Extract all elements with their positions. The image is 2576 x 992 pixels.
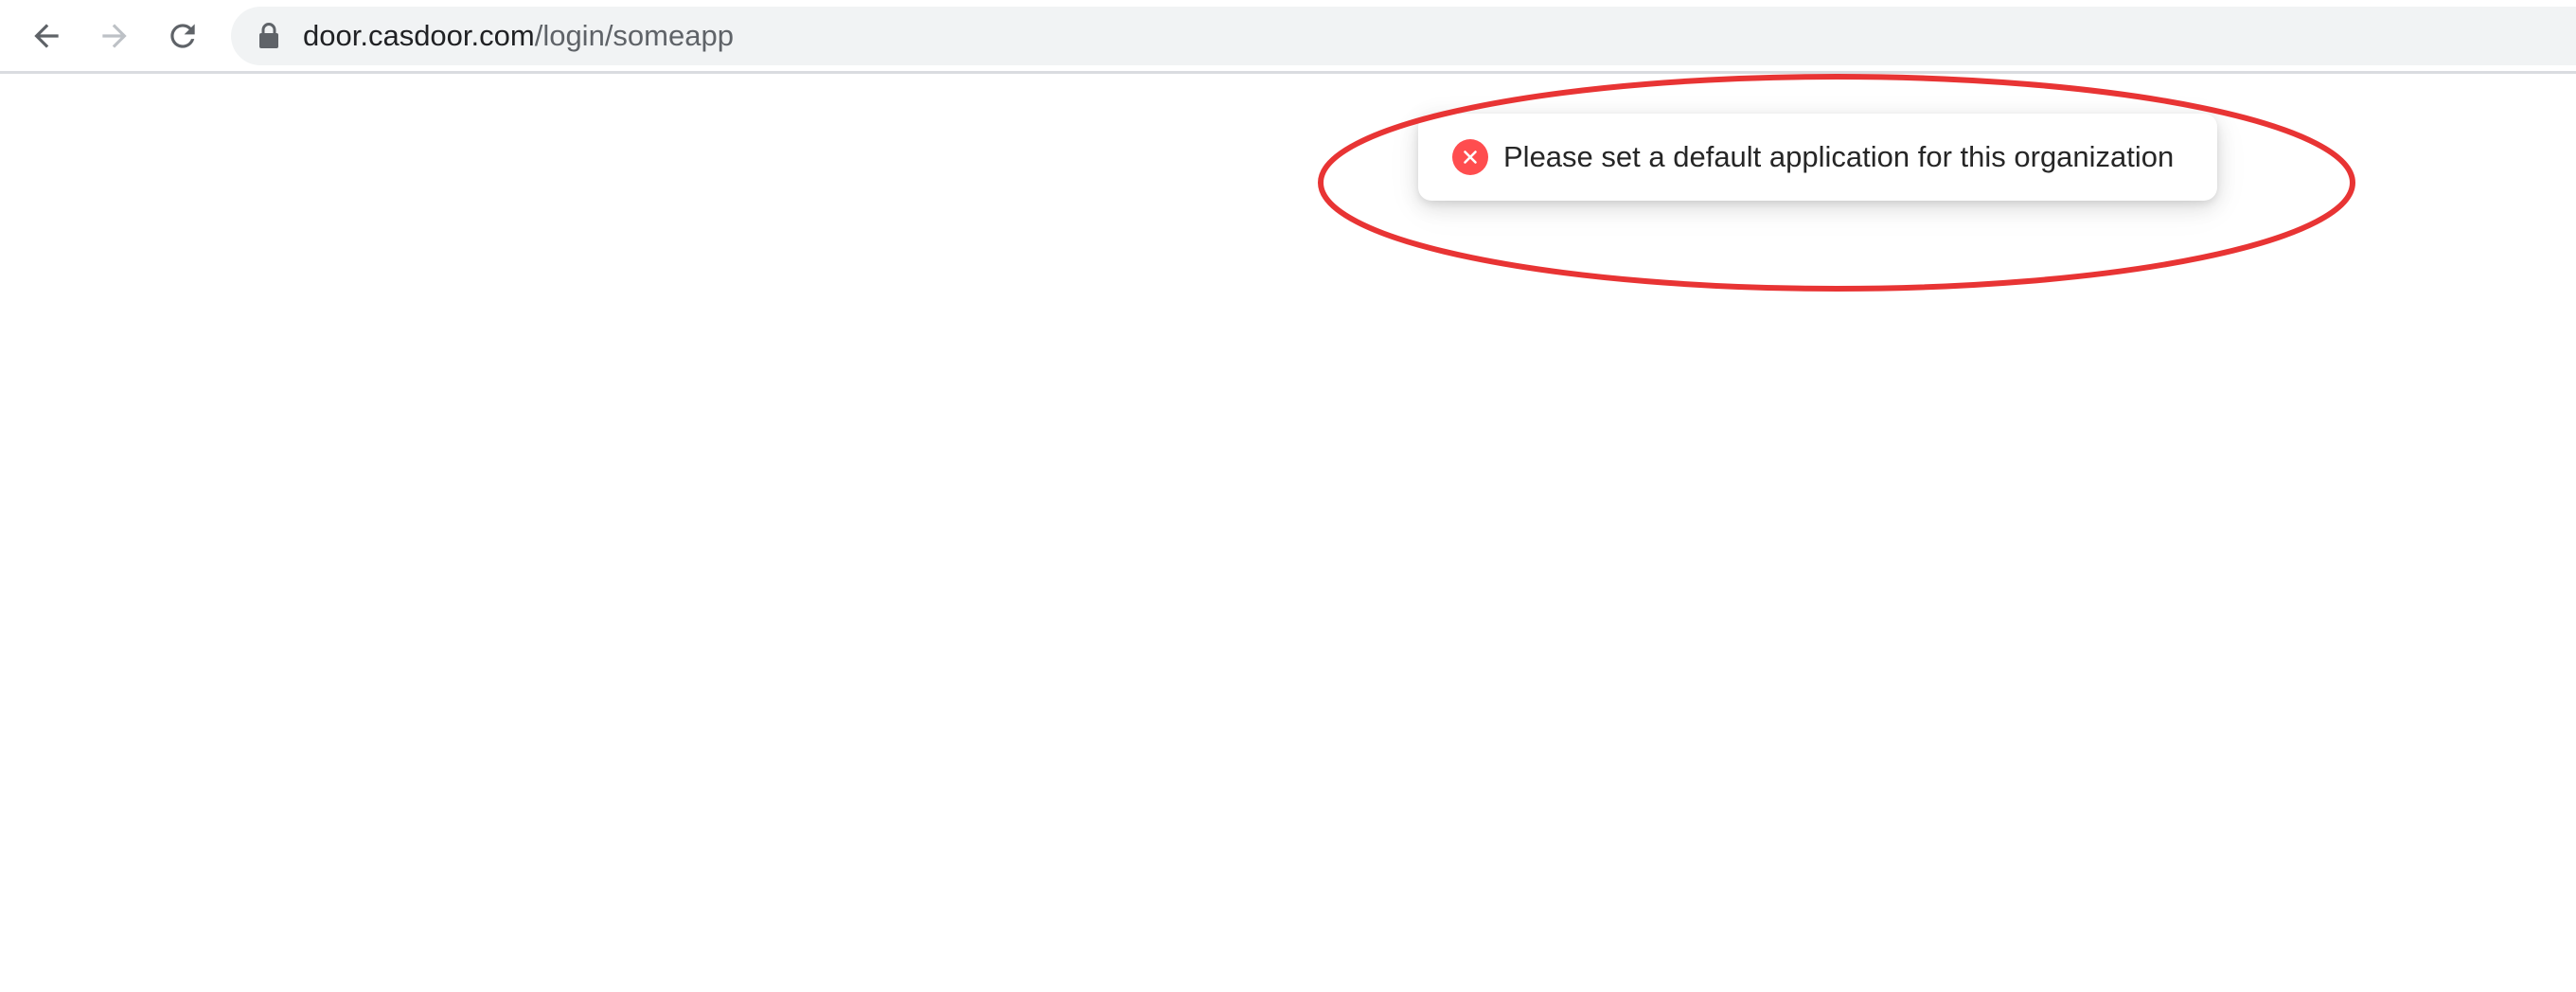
- arrow-right-icon: [102, 24, 127, 48]
- url-path: /login/someapp: [534, 19, 734, 52]
- arrow-left-icon: [34, 24, 59, 48]
- url-text[interactable]: door.casdoor.com/login/someapp: [303, 20, 734, 52]
- toast-message: Please set a default application for thi…: [1503, 140, 2175, 173]
- browser-window: door.casdoor.com/login/someapp Please se…: [0, 0, 2576, 992]
- error-toast: Please set a default application for thi…: [1418, 114, 2217, 201]
- address-bar[interactable]: door.casdoor.com/login/someapp: [231, 7, 2576, 65]
- lock-icon: [259, 23, 278, 48]
- reload-icon: [170, 24, 195, 48]
- url-host: door.casdoor.com: [303, 19, 535, 52]
- forward-button[interactable]: [91, 12, 138, 60]
- browser-toolbar: door.casdoor.com/login/someapp: [0, 0, 2576, 74]
- error-circle-icon: [1452, 139, 1488, 175]
- back-button[interactable]: [23, 12, 70, 60]
- reload-button[interactable]: [159, 12, 206, 60]
